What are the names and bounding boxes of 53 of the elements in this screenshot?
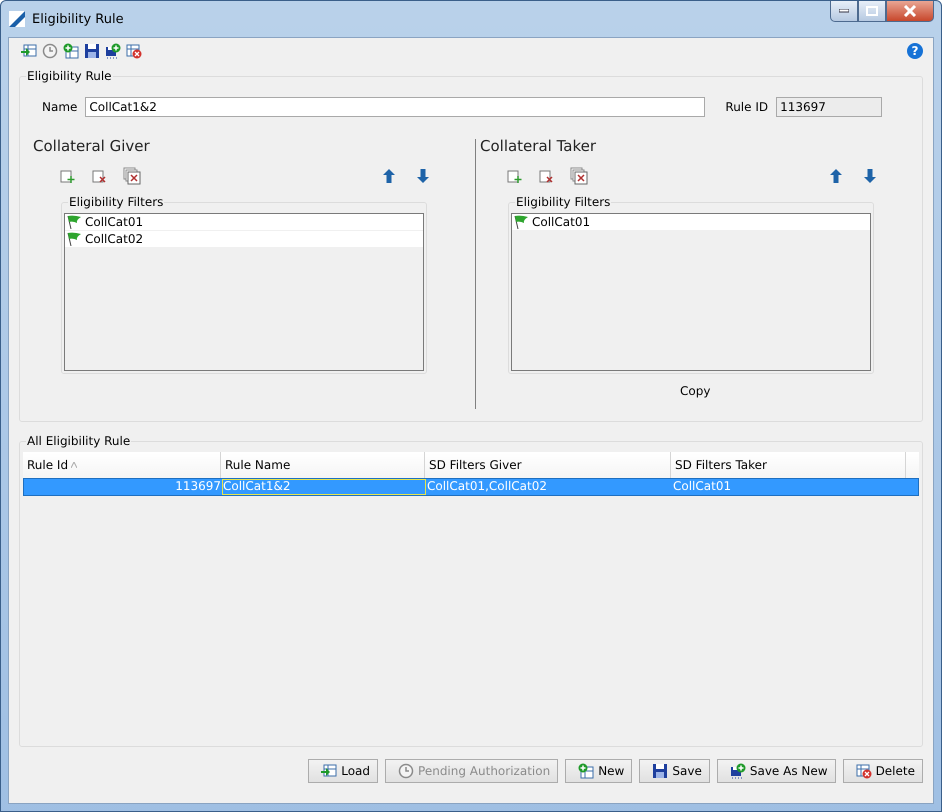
table-cell: CollCat1&2 — [222, 479, 426, 495]
name-label: Name — [42, 100, 78, 114]
clock-icon — [398, 763, 414, 779]
panel-title: All Eligibility Rule — [26, 434, 132, 448]
save-as-new-button[interactable]: Save As New — [716, 759, 836, 783]
arrow-down-icon — [864, 169, 876, 183]
app-logo-icon — [8, 10, 26, 28]
save-button[interactable]: Save — [639, 759, 710, 783]
close-icon — [903, 5, 917, 17]
flag-icon — [67, 215, 82, 229]
remove-all-icon — [123, 167, 141, 185]
delete-button[interactable]: Delete — [842, 759, 923, 783]
minimize-icon — [839, 9, 849, 13]
arrow-down-icon — [417, 169, 429, 183]
flag-icon — [67, 232, 82, 246]
add-item-icon — [506, 168, 522, 184]
section-heading: Collateral Taker — [480, 137, 598, 155]
flag-icon — [514, 215, 529, 229]
filter-item[interactable]: CollCat01 — [65, 214, 423, 231]
clock-icon — [42, 43, 58, 59]
table-plus-icon — [578, 763, 594, 779]
load-button[interactable]: Load — [308, 759, 378, 783]
name-field[interactable]: CollCat1&2 — [85, 97, 706, 117]
table-delete-icon — [126, 43, 142, 59]
table-cell-text: CollCat01,CollCat02 — [426, 479, 548, 495]
maximize-icon — [866, 6, 878, 16]
floppy-plus-icon — [730, 763, 746, 779]
minimize-button[interactable] — [830, 1, 858, 22]
rule-id-field[interactable]: 113697 — [776, 97, 882, 117]
new-button[interactable]: New — [565, 759, 632, 783]
table-cell-text: 113697 — [174, 479, 222, 495]
help-button[interactable]: ? — [907, 43, 923, 59]
close-button[interactable] — [886, 1, 934, 22]
remove-item-icon — [91, 168, 107, 184]
window-title: Eligibility Rule — [32, 12, 124, 26]
rule-id-label: Rule ID — [725, 100, 768, 114]
remove-item-icon — [538, 168, 554, 184]
add-item-icon — [59, 168, 75, 184]
arrow-up-icon — [830, 169, 842, 183]
group-title: Eligibility Filters — [68, 195, 164, 209]
group-title: Eligibility Filters — [515, 195, 612, 209]
remove-all-icon — [570, 167, 588, 185]
panel-title: Eligibility Rule — [26, 69, 113, 83]
copy-label: Copy — [680, 384, 712, 398]
floppy-plus-icon — [105, 43, 121, 59]
filter-item[interactable]: CollCat02 — [65, 231, 423, 248]
table-cell-text: CollCat01 — [672, 479, 732, 495]
section-heading: Collateral Giver — [33, 137, 151, 155]
arrow-up-icon — [383, 169, 395, 183]
table-plus-icon — [63, 43, 79, 59]
filter-item[interactable]: CollCat01 — [512, 214, 870, 231]
maximize-button[interactable] — [858, 1, 886, 22]
table-delete-icon — [856, 763, 872, 779]
